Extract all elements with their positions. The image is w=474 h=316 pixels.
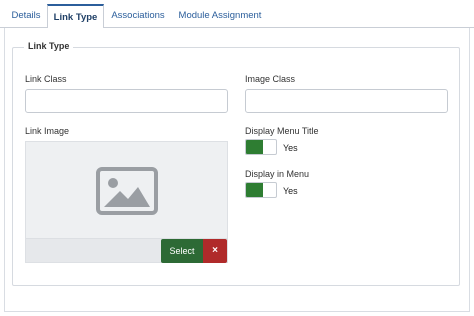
tab-link-type[interactable]: Link Type: [47, 4, 104, 29]
tab-module-assignment[interactable]: Module Assignment: [172, 4, 268, 28]
image-preview: [26, 142, 227, 238]
select-image-button[interactable]: Select: [161, 239, 203, 263]
toggle-on-indicator: [246, 183, 263, 197]
image-placeholder-icon: [96, 167, 158, 215]
link-class-input[interactable]: [25, 89, 228, 113]
close-icon: ×: [212, 245, 218, 256]
tab-bar: Details Link Type Associations Module As…: [0, 0, 474, 29]
clear-image-button[interactable]: ×: [203, 239, 227, 263]
image-class-input[interactable]: [245, 89, 448, 113]
display-menu-title-label: Display Menu Title: [245, 126, 319, 136]
display-in-menu-label: Display in Menu: [245, 169, 310, 179]
fieldset-legend: Link Type: [24, 41, 74, 51]
display-menu-title-toggle[interactable]: [245, 139, 277, 155]
display-menu-title-value: Yes: [283, 143, 298, 153]
tab-associations[interactable]: Associations: [104, 4, 172, 28]
link-class-label: Link Class: [25, 74, 67, 84]
display-in-menu-value: Yes: [283, 186, 298, 196]
image-class-label: Image Class: [245, 74, 296, 84]
tab-details[interactable]: Details: [4, 4, 48, 28]
toggle-on-indicator: [246, 140, 263, 154]
link-image-label: Link Image: [25, 126, 70, 136]
display-in-menu-toggle[interactable]: [245, 182, 277, 198]
